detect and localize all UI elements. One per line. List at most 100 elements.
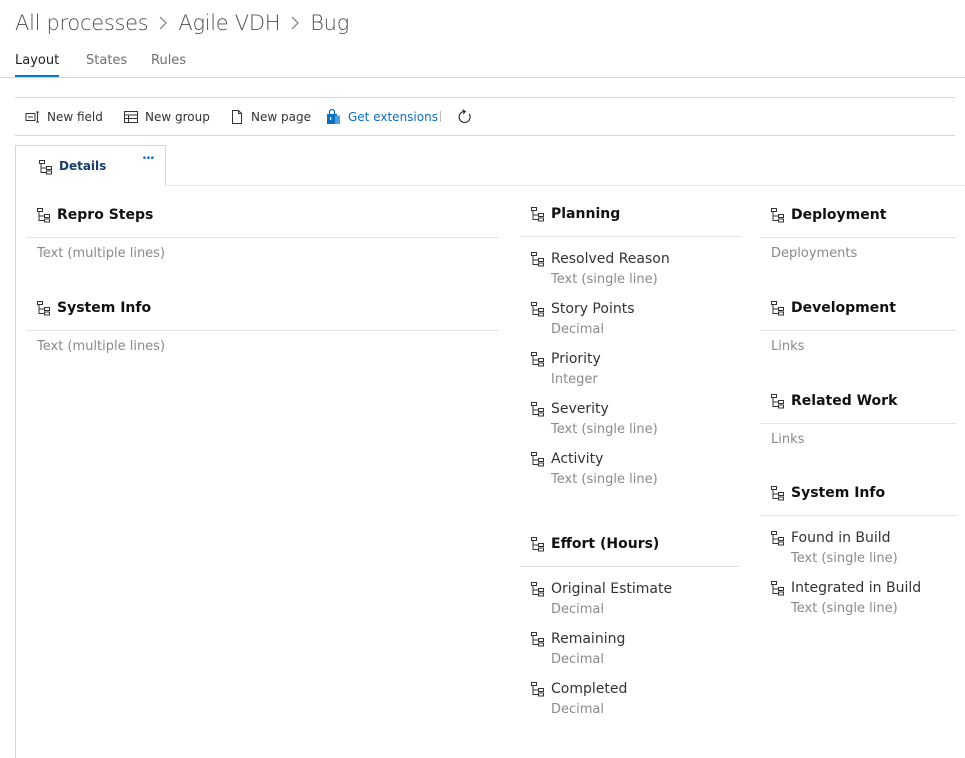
field-type: Text (single line) <box>551 422 658 437</box>
new-field-label: New field <box>47 109 103 124</box>
group-header: System Info <box>760 471 956 516</box>
field-icon <box>531 352 544 367</box>
group-header: Repro Steps <box>26 193 499 238</box>
group-header: System Info <box>26 286 499 331</box>
new-page-button[interactable]: New page <box>229 98 311 135</box>
field-name: Completed <box>551 681 628 697</box>
group-title: Repro Steps <box>57 207 154 223</box>
field-type-label: Deployments <box>771 246 858 261</box>
group-icon <box>771 394 784 409</box>
group-system-info-right[interactable]: System Info Found in Build Text (single … <box>760 471 956 616</box>
group-development[interactable]: Development Links <box>760 286 956 354</box>
field-activity[interactable]: Activity Text (single line) <box>520 449 740 487</box>
new-group-icon <box>123 109 139 125</box>
field-icon <box>531 302 544 317</box>
new-field-button[interactable]: New field <box>25 98 103 135</box>
refresh-button[interactable] <box>457 98 479 135</box>
group-title: System Info <box>57 300 152 316</box>
page-tab-details[interactable]: Details ... <box>15 145 166 186</box>
field-name: Activity <box>551 451 604 467</box>
breadcrumb-process[interactable]: Agile VDH <box>178 11 280 35</box>
field-type: Decimal <box>551 702 605 717</box>
group-icon <box>771 301 784 316</box>
tab-rules[interactable]: Rules <box>151 46 186 76</box>
group-system-info[interactable]: System Info Text (multiple lines) <box>26 286 499 354</box>
field-icon <box>771 581 784 596</box>
field-icon <box>771 531 784 546</box>
field-completed[interactable]: Completed Decimal <box>520 679 740 717</box>
group-planning[interactable]: Planning Resolved Reason Text (single li… <box>520 192 740 487</box>
group-header: Planning <box>520 192 740 237</box>
field-resolved-reason[interactable]: Resolved Reason Text (single line) <box>520 249 740 287</box>
toolbar: New field New group New page Get extensi… <box>15 97 955 136</box>
group-header: Development <box>760 286 956 331</box>
group-related-work[interactable]: Related Work Links <box>760 379 956 447</box>
field-type-label: Links <box>771 339 805 354</box>
field-original-estimate[interactable]: Original Estimate Decimal <box>520 579 740 617</box>
field-integrated-in-build[interactable]: Integrated in Build Text (single line) <box>760 578 956 616</box>
more-options-icon[interactable]: ... <box>142 148 155 163</box>
group-header: Effort (Hours) <box>520 522 740 567</box>
chevron-right-icon <box>291 16 300 30</box>
field-icon <box>531 582 544 597</box>
new-group-label: New group <box>145 109 210 124</box>
breadcrumb-all-processes[interactable]: All processes <box>15 11 149 35</box>
field-icon <box>531 682 544 697</box>
breadcrumb-work-item-type: Bug <box>310 11 349 35</box>
group-icon <box>771 486 784 501</box>
new-page-icon <box>229 109 245 125</box>
field-found-in-build[interactable]: Found in Build Text (single line) <box>760 528 956 566</box>
field-name: Original Estimate <box>551 581 673 597</box>
new-field-icon <box>25 109 41 125</box>
field-name: Resolved Reason <box>551 251 670 267</box>
layout-canvas: Repro Steps Text (multiple lines) System… <box>15 185 965 758</box>
group-icon <box>531 537 544 552</box>
field-icon <box>531 452 544 467</box>
get-extensions-button[interactable]: Get extensions <box>326 98 438 135</box>
field-remaining[interactable]: Remaining Decimal <box>520 629 740 667</box>
group-title: Effort (Hours) <box>551 536 660 552</box>
marketplace-bag-icon <box>326 108 342 125</box>
field-story-points[interactable]: Story Points Decimal <box>520 299 740 337</box>
group-title: Development <box>791 300 896 316</box>
tab-layout[interactable]: Layout <box>15 46 60 77</box>
refresh-icon <box>457 108 473 125</box>
field-type: Integer <box>551 372 598 387</box>
field-type-label: Text (multiple lines) <box>37 246 166 261</box>
group-deployment[interactable]: Deployment Deployments <box>760 193 956 261</box>
field-name: Integrated in Build <box>791 580 922 596</box>
field-type-label: Links <box>771 432 805 447</box>
field-type: Decimal <box>551 322 605 337</box>
field-type: Text (single line) <box>791 601 898 616</box>
field-name: Story Points <box>551 301 635 317</box>
group-effort-hours[interactable]: Effort (Hours) Original Estimate Decimal… <box>520 522 740 717</box>
group-icon <box>37 208 50 223</box>
breadcrumb: All processes Agile VDH Bug <box>15 8 349 38</box>
group-title: System Info <box>791 485 886 501</box>
field-type-label: Text (multiple lines) <box>37 339 166 354</box>
toolbar-divider <box>440 111 441 122</box>
field-name: Remaining <box>551 631 626 647</box>
field-priority[interactable]: Priority Integer <box>520 349 740 387</box>
field-type: Decimal <box>551 652 605 667</box>
group-icon <box>39 160 52 175</box>
get-extensions-label: Get extensions <box>348 109 438 124</box>
field-icon <box>531 252 544 267</box>
tab-states[interactable]: States <box>86 46 127 76</box>
field-name: Severity <box>551 401 609 417</box>
field-severity[interactable]: Severity Text (single line) <box>520 399 740 437</box>
field-type: Text (single line) <box>551 272 658 287</box>
field-name: Priority <box>551 351 601 367</box>
group-repro-steps[interactable]: Repro Steps Text (multiple lines) <box>26 193 499 261</box>
group-header: Deployment <box>760 193 956 238</box>
field-type: Decimal <box>551 602 605 617</box>
field-icon <box>531 632 544 647</box>
tab-bar: Layout States Rules <box>0 46 965 78</box>
group-icon <box>771 208 784 223</box>
new-group-button[interactable]: New group <box>123 98 210 135</box>
field-type: Text (single line) <box>791 551 898 566</box>
group-icon <box>531 207 544 222</box>
field-icon <box>531 402 544 417</box>
group-header: Related Work <box>760 379 956 424</box>
chevron-right-icon <box>159 16 168 30</box>
